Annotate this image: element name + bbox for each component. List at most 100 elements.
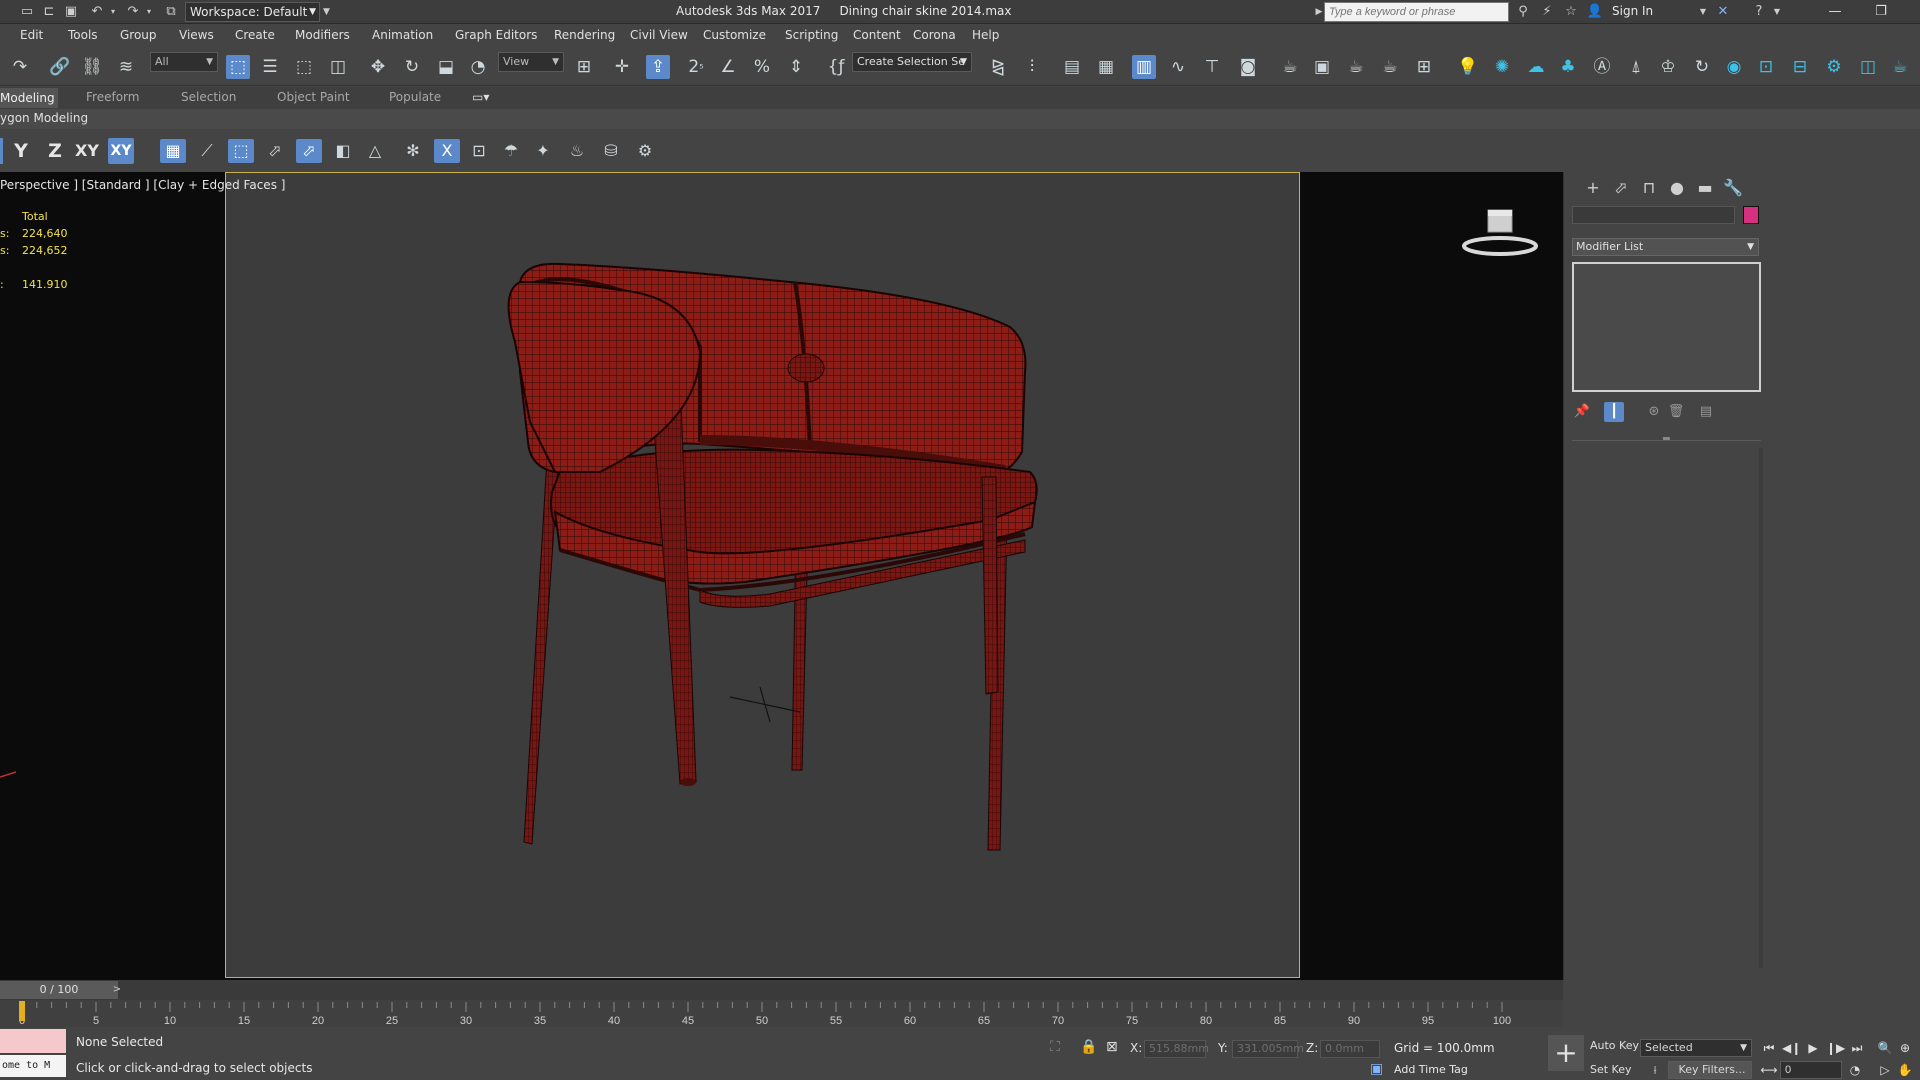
panel-scrollbar[interactable] [1759, 448, 1763, 968]
undo-dropdown-icon[interactable]: ▾ [104, 3, 122, 21]
corona-toolbar-icon-12[interactable]: ⚙ [1822, 55, 1846, 79]
time-slider-bar[interactable]: 0 / 100 > [0, 980, 1563, 1000]
menu-animation[interactable]: Animation [372, 28, 433, 42]
object-name-field[interactable] [1572, 206, 1735, 224]
percent-snap-icon[interactable]: % [750, 55, 774, 79]
corona-toolbar-icon-5[interactable]: Ⓐ [1590, 55, 1614, 79]
sign-in-button[interactable]: Sign In [1612, 4, 1653, 18]
user-icon[interactable]: 👤 [1586, 3, 1604, 21]
display-tab-icon[interactable]: ▬ [1692, 176, 1718, 200]
save-file-icon[interactable]: ▣ [62, 3, 80, 21]
time-slider[interactable]: 0 / 100 [0, 981, 118, 999]
tab-freeform[interactable]: Freeform [86, 90, 139, 104]
go-to-start-icon[interactable]: ⏮ [1760, 1039, 1778, 1057]
corona-toolbar-icon-14[interactable]: ☕ [1888, 55, 1912, 79]
bind-space-warp-icon[interactable]: ≋ [114, 55, 138, 79]
menu-customize[interactable]: Customize [703, 28, 766, 42]
schematic-view-icon[interactable]: ⊤ [1200, 55, 1224, 79]
exchange-apps-icon[interactable]: ✕ [1714, 3, 1732, 21]
configure-modifier-sets-icon[interactable]: ▤ [1696, 402, 1716, 422]
menu-create[interactable]: Create [235, 28, 275, 42]
redo-dropdown-icon[interactable]: ▾ [140, 3, 158, 21]
motion-tab-icon[interactable]: ● [1664, 176, 1690, 200]
corona-toolbar-icon-8[interactable]: ↻ [1690, 55, 1714, 79]
set-keys-button[interactable]: + [1548, 1035, 1584, 1071]
ribbon-options-icon[interactable]: ▭▾ [472, 90, 489, 104]
minimize-button[interactable]: — [1820, 2, 1850, 22]
select-manipulate-icon[interactable]: ✛ [610, 55, 634, 79]
snap-bounding-icon[interactable]: ⬀ [296, 139, 322, 163]
snap-toggle-icon[interactable]: ⊡ [466, 139, 492, 163]
spinner-snap-icon[interactable]: ⇕ [784, 55, 808, 79]
render-production-icon[interactable]: ☕ [1344, 55, 1368, 79]
make-unique-icon[interactable]: ⊛ [1644, 402, 1664, 422]
new-file-icon[interactable]: ▭ [18, 3, 36, 21]
tab-modeling[interactable]: Modeling [0, 88, 58, 108]
time-tag-icon[interactable]: ▣ [1370, 1061, 1383, 1077]
create-tab-icon[interactable]: + [1580, 176, 1606, 200]
hierarchy-tab-icon[interactable]: ⊓ [1636, 176, 1662, 200]
restore-button[interactable]: ❐ [1866, 2, 1896, 22]
selection-lock-icon[interactable]: 🔒 [1080, 1039, 1097, 1055]
snap-option-icon-3[interactable]: ♨ [564, 139, 590, 163]
next-frame-icon[interactable]: > [110, 981, 124, 999]
help-dropdown-icon[interactable]: ▼ [1768, 3, 1786, 21]
play-icon[interactable]: ▶ [1804, 1039, 1822, 1057]
move-icon[interactable]: ✥ [366, 55, 390, 79]
menu-modifiers[interactable]: Modifiers [295, 28, 350, 42]
track-bar[interactable]: 0510152025303540455055606570758085909510… [0, 1000, 1563, 1027]
binoculars-icon[interactable]: ⚲ [1514, 3, 1532, 21]
reference-coordinate-dropdown[interactable]: View ▼ [498, 52, 564, 72]
layer-explorer-icon[interactable]: ▤ [1060, 55, 1084, 79]
workspace-menu-icon[interactable]: ▼ [323, 3, 335, 21]
modify-tab-icon[interactable]: ⬀ [1608, 176, 1634, 200]
corona-toolbar-icon-6[interactable]: ⍋ [1624, 55, 1648, 79]
open-file-icon[interactable]: ⊏ [40, 3, 58, 21]
search-input[interactable] [1324, 2, 1509, 22]
favorites-star-icon[interactable]: ☆ [1562, 3, 1580, 21]
x-coordinate-field[interactable]: 515.88mm [1144, 1040, 1209, 1058]
remove-modifier-icon[interactable]: 🗑 [1666, 402, 1686, 422]
track-ruler[interactable]: 0510152025303540455055606570758085909510… [0, 1000, 1563, 1027]
key-selection-dropdown[interactable]: Selected ▼ [1640, 1039, 1752, 1057]
sign-in-dropdown-icon[interactable]: ▼ [1694, 3, 1712, 21]
corona-toolbar-icon-7[interactable]: ♔ [1656, 55, 1680, 79]
snaps-toggle-icon[interactable]: 2⁵ [684, 55, 708, 79]
snap-option-icon-5[interactable]: ⚙ [632, 139, 658, 163]
modifier-stack[interactable] [1572, 262, 1761, 392]
pin-stack-icon[interactable]: 📌 [1572, 402, 1592, 422]
corona-proxy-icon[interactable]: ♣ [1556, 55, 1580, 79]
snap-face-icon[interactable]: ⬀ [262, 139, 288, 163]
link-icon[interactable]: 🔗 [48, 55, 72, 79]
communication-center-icon[interactable]: ⚡ [1538, 3, 1556, 21]
snap-option-icon-4[interactable]: ⛁ [598, 139, 624, 163]
chair-model[interactable] [0, 172, 1563, 980]
menu-corona[interactable]: Corona [913, 28, 956, 42]
key-mode-icon[interactable]: ⟊ [1646, 1061, 1664, 1079]
place-icon[interactable]: ◔ [466, 55, 490, 79]
curve-editor-icon[interactable]: ∿ [1166, 55, 1190, 79]
snap-perpendicular-icon[interactable]: △ [362, 139, 388, 163]
snap-option-icon-1[interactable]: ☂ [498, 139, 524, 163]
mirror-icon[interactable]: ⧎ [986, 55, 1010, 79]
tab-populate[interactable]: Populate [389, 90, 441, 104]
zoom-all-icon[interactable]: ⊕ [1896, 1039, 1914, 1057]
utilities-tab-icon[interactable]: 🔧 [1720, 176, 1746, 200]
unlink-icon[interactable]: ⛓ [80, 55, 104, 79]
axis-z-button[interactable]: Z [42, 138, 68, 164]
menu-graph-editors[interactable]: Graph Editors [455, 28, 537, 42]
menu-scripting[interactable]: Scripting [785, 28, 838, 42]
z-coordinate-field[interactable]: 0.0mm [1320, 1040, 1380, 1058]
render-setup-icon[interactable]: ☕ [1278, 55, 1302, 79]
key-filters-button[interactable]: Key Filters... [1668, 1061, 1752, 1079]
select-object-icon[interactable]: ⬚ [226, 55, 250, 79]
show-end-result-icon[interactable]: ┃ [1604, 402, 1624, 422]
corona-toolbar-icon-13[interactable]: ◫ [1856, 55, 1880, 79]
help-icon[interactable]: ? [1750, 3, 1768, 21]
menu-group[interactable]: Group [120, 28, 157, 42]
add-time-tag[interactable]: Add Time Tag [1394, 1063, 1468, 1076]
previous-frame-icon[interactable]: ◀❙ [1782, 1039, 1801, 1057]
set-key-button[interactable]: Set Key [1590, 1063, 1632, 1076]
maxscript-input[interactable] [0, 1029, 66, 1053]
rendered-frame-icon[interactable]: ▣ [1310, 55, 1334, 79]
